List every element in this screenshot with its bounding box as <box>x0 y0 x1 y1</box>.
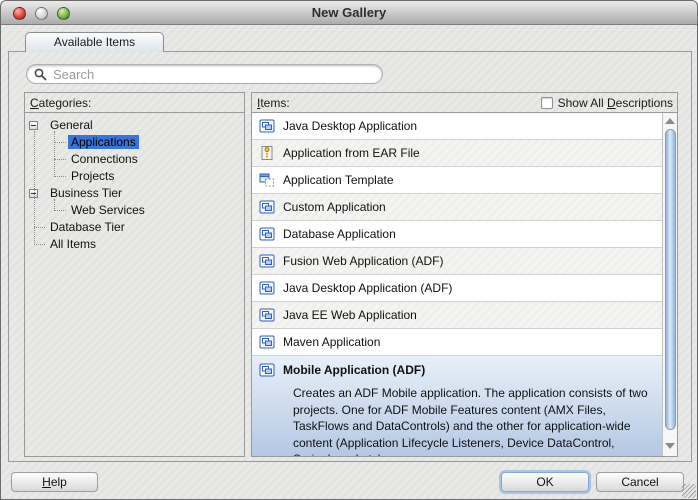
list-item-application-from-ear-file[interactable]: Application from EAR File <box>252 140 677 167</box>
items-label: Items: <box>257 93 290 113</box>
list-item-custom-application[interactable]: Custom Application <box>252 194 677 221</box>
scrollbar-thumb[interactable] <box>665 129 676 430</box>
categories-header: Categories: <box>25 93 244 113</box>
tree-item-projects[interactable]: Projects <box>25 168 244 185</box>
tree-connector <box>54 159 66 160</box>
categories-label: Categories: <box>30 93 91 113</box>
title-bar[interactable]: New Gallery <box>1 1 697 25</box>
item-label: Mobile Application (ADF) <box>283 363 425 377</box>
tree-item-database-tier[interactable]: Database Tier <box>25 219 244 236</box>
item-label: Custom Application <box>283 200 386 214</box>
template-icon <box>259 172 275 188</box>
list-item-java-desktop-application[interactable]: Java Desktop Application <box>252 113 677 140</box>
help-button[interactable]: Help <box>11 472 98 492</box>
selected-list-item-mobile-application-adf[interactable]: Mobile Application (ADF) Creates an ADF M… <box>252 356 677 456</box>
application-icon <box>259 362 275 378</box>
search-input[interactable] <box>51 66 371 82</box>
application-icon <box>259 253 275 269</box>
scroll-up-icon[interactable] <box>665 118 675 124</box>
list-item-database-application[interactable]: Database Application <box>252 221 677 248</box>
tree-guide-line <box>34 131 35 245</box>
item-label: Application Template <box>283 173 394 187</box>
items-panel: Items: Show All Descriptions Java Deskto… <box>251 92 678 457</box>
application-icon <box>259 118 275 134</box>
item-label: Java Desktop Application <box>283 119 417 133</box>
tree-connector <box>54 210 66 211</box>
tree-item-label: Web Services <box>68 203 148 217</box>
tree-connector <box>54 176 66 177</box>
application-icon <box>259 334 275 350</box>
new-gallery-dialog: New Gallery Available Items Categories: … <box>0 0 698 500</box>
item-label: Fusion Web Application (ADF) <box>283 254 444 268</box>
application-icon <box>259 307 275 323</box>
tree-item-business-tier[interactable]: Business Tier <box>25 185 244 202</box>
tree-guide-line <box>54 131 55 177</box>
cancel-button[interactable]: Cancel <box>596 472 684 492</box>
vertical-scrollbar[interactable] <box>662 113 677 456</box>
categories-tree: General Applications Connections Projects Bu… <box>25 113 244 456</box>
item-description: Creates an ADF Mobile application. The a… <box>252 383 677 456</box>
list-item-maven-application[interactable]: Maven Application <box>252 329 677 356</box>
show-all-descriptions-control[interactable]: Show All Descriptions <box>541 93 673 113</box>
list-item-java-desktop-application-adf[interactable]: Java Desktop Application (ADF) <box>252 275 677 302</box>
categories-panel: Categories: General Applications Connectio… <box>24 92 245 457</box>
tree-item-general[interactable]: General <box>25 117 244 134</box>
application-icon <box>259 226 275 242</box>
tree-connector <box>34 227 45 228</box>
tree-item-label: All Items <box>47 237 99 251</box>
ok-button[interactable]: OK <box>501 472 589 492</box>
items-header: Items: Show All Descriptions <box>252 93 677 113</box>
tree-guide-line <box>54 199 55 211</box>
tree-item-all-items[interactable]: All Items <box>25 236 244 253</box>
tree-item-applications[interactable]: Applications <box>25 134 244 151</box>
item-label: Maven Application <box>283 335 380 349</box>
items-list: Java Desktop Application Application from… <box>252 113 677 456</box>
list-item-mobile-application-adf[interactable]: Mobile Application (ADF) <box>252 356 677 383</box>
window-title: New Gallery <box>1 1 697 25</box>
item-label: Database Application <box>283 227 396 241</box>
list-item-fusion-web-application-adf[interactable]: Fusion Web Application (ADF) <box>252 248 677 275</box>
tree-item-label: General <box>47 118 96 132</box>
collapse-icon[interactable] <box>29 121 38 130</box>
tree-item-web-services[interactable]: Web Services <box>25 202 244 219</box>
search-icon <box>34 68 47 81</box>
tree-item-label: Projects <box>68 169 117 183</box>
scroll-down-icon[interactable] <box>665 443 675 449</box>
resize-grip[interactable] <box>682 484 696 498</box>
list-item-java-ee-web-application[interactable]: Java EE Web Application <box>252 302 677 329</box>
item-label: Application from EAR File <box>283 146 420 160</box>
tree-connector <box>34 244 45 245</box>
search-box[interactable] <box>26 64 383 84</box>
tree-item-connections[interactable]: Connections <box>25 151 244 168</box>
tab-available-items[interactable]: Available Items <box>25 32 164 52</box>
tree-connector <box>54 142 66 143</box>
ear-file-icon <box>259 145 275 161</box>
tab-label: Available Items <box>54 35 135 49</box>
tree-item-label: Business Tier <box>47 186 125 200</box>
application-icon <box>259 280 275 296</box>
show-all-descriptions-label: Show All Descriptions <box>558 93 673 113</box>
tree-item-label: Connections <box>68 152 141 166</box>
item-label: Java EE Web Application <box>283 308 417 322</box>
item-label: Java Desktop Application (ADF) <box>283 281 452 295</box>
show-all-descriptions-checkbox[interactable] <box>541 97 553 109</box>
tab-panel: Categories: General Applications Connectio… <box>8 51 692 462</box>
tree-item-label: Applications <box>68 135 139 149</box>
list-item-application-template[interactable]: Application Template <box>252 167 677 194</box>
tree-item-label: Database Tier <box>47 220 128 234</box>
application-icon <box>259 199 275 215</box>
